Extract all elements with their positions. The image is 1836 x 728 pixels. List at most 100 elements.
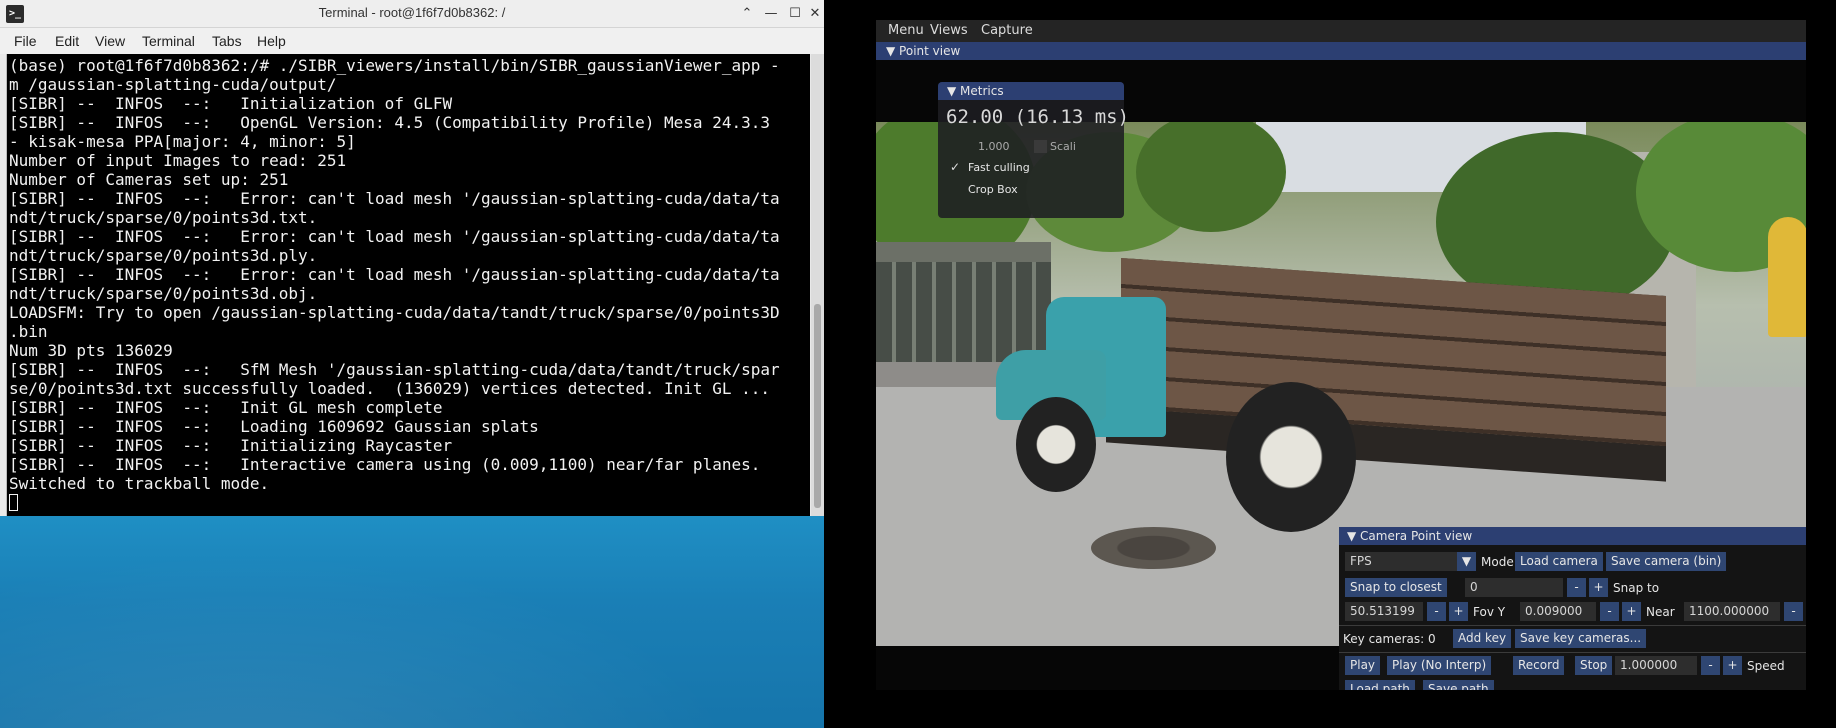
camera-point-view-panel: ▼ Camera Point view FPS ▼ Mode Load came… (1339, 527, 1806, 690)
metrics-title: ▼ Metrics (947, 84, 1004, 98)
terminal-line: [SIBR] -- INFOS --: Initializing Raycast… (9, 436, 453, 455)
window-title: Terminal - root@1f6f7d0b8362: / (318, 5, 506, 20)
save-path-button[interactable]: Save path (1423, 680, 1494, 690)
terminal-line: [SIBR] -- INFOS --: Loading 1609692 Gaus… (9, 417, 539, 436)
camera-panel-header[interactable]: ▼ Camera Point view (1339, 527, 1806, 545)
terminal-titlebar[interactable]: >_ Terminal - root@1f6f7d0b8362: / ⌃ — ☐… (0, 0, 824, 28)
play-no-interp-button[interactable]: Play (No Interp) (1387, 656, 1492, 675)
terminal-line: Switched to trackball mode. (9, 474, 270, 493)
scene-manhole (1091, 527, 1216, 569)
maximize-icon[interactable]: ☐ (786, 4, 804, 24)
terminal-line: se/0/points3d.txt successfully loaded. (… (9, 379, 770, 398)
menu-edit[interactable]: Edit (55, 33, 79, 49)
menu-help[interactable]: Help (257, 33, 286, 49)
stop-button[interactable]: Stop (1575, 656, 1613, 675)
terminal-line: [SIBR] -- INFOS --: OpenGL Version: 4.5 … (9, 113, 770, 132)
crop-box-label[interactable]: Crop Box (968, 183, 1018, 196)
terminal-line: (base) root@1f6f7d0b8362:/# ./SIBR_viewe… (9, 56, 780, 75)
scaling-checkbox[interactable] (1034, 140, 1047, 153)
snap-input[interactable]: 0 (1465, 578, 1563, 597)
far-minus-button[interactable]: - (1784, 602, 1803, 621)
speed-label: Speed (1747, 659, 1785, 673)
truck-wheel (1016, 397, 1096, 492)
minimize-icon[interactable]: — (762, 4, 780, 24)
fov-plus-button[interactable]: + (1449, 602, 1468, 621)
speed-input[interactable]: 1.000000 (1615, 656, 1697, 675)
terminal-line: Num 3D pts 136029 (9, 341, 173, 360)
camera-panel-title: ▼ Camera Point view (1347, 529, 1473, 543)
terminal-line: [SIBR] -- INFOS --: Interactive camera u… (9, 455, 761, 474)
terminal-line: - kisak-mesa PPA[major: 4, minor: 5] (9, 132, 356, 151)
terminal-text: (base) root@1f6f7d0b8362:/# ./SIBR_viewe… (9, 56, 809, 512)
load-path-button[interactable]: Load path (1345, 680, 1415, 690)
scene-umbrella (1768, 217, 1806, 337)
scrollbar-thumb[interactable] (814, 304, 821, 508)
viewer-menu-views[interactable]: Views (930, 23, 968, 38)
save-camera-button[interactable]: Save camera (bin) (1606, 552, 1727, 571)
play-button[interactable]: Play (1345, 656, 1381, 675)
terminal-line: [SIBR] -- INFOS --: Error: can't load me… (9, 265, 780, 284)
viewer-menubar: Menu Views Capture (876, 20, 1806, 42)
fast-culling-label[interactable]: Fast culling (968, 161, 1030, 174)
far-input[interactable]: 1100.000000 (1684, 602, 1780, 621)
fov-label: Fov Y (1473, 605, 1506, 619)
snap-plus-button[interactable]: + (1589, 578, 1608, 597)
save-key-cameras-button[interactable]: Save key cameras... (1515, 629, 1647, 648)
terminal-line: ndt/truck/sparse/0/points3d.ply. (9, 246, 318, 265)
fov-minus-button[interactable]: - (1427, 602, 1446, 621)
point-view-header[interactable]: ▼ Point view (876, 42, 1806, 60)
terminal-line: .bin (9, 322, 48, 341)
terminal-line: [SIBR] -- INFOS --: Error: can't load me… (9, 227, 780, 246)
terminal-line: [SIBR] -- INFOS --: Init GL mesh complet… (9, 398, 443, 417)
truck-wheel (1226, 382, 1356, 532)
near-minus-button[interactable]: - (1600, 602, 1619, 621)
sibr-viewer-window: Menu Views Capture ▼ Point view ▼ Metric… (876, 20, 1806, 690)
terminal-line: LOADSFM: Try to open /gaussian-splatting… (9, 303, 780, 322)
snap-to-label: Snap to (1613, 581, 1660, 595)
mode-label: Mode (1481, 555, 1514, 569)
key-cameras-count: Key cameras: 0 (1343, 632, 1436, 646)
fov-input[interactable]: 50.513199 (1345, 602, 1423, 621)
menu-tabs[interactable]: Tabs (212, 33, 242, 49)
check-icon[interactable]: ✓ (950, 160, 960, 174)
terminal-line: ndt/truck/sparse/0/points3d.txt. (9, 208, 318, 227)
speed-minus-button[interactable]: - (1701, 656, 1720, 675)
scaling-label: Scali (1050, 140, 1076, 153)
near-input[interactable]: 0.009000 (1520, 602, 1596, 621)
menu-view[interactable]: View (95, 33, 125, 49)
viewer-menu-capture[interactable]: Capture (981, 23, 1033, 38)
collapse-icon[interactable]: ⌃ (738, 4, 756, 24)
terminal-line: [SIBR] -- INFOS --: Error: can't load me… (9, 189, 780, 208)
terminal-scrollbar[interactable] (811, 54, 824, 516)
separator (1339, 652, 1806, 653)
terminal-output[interactable]: (base) root@1f6f7d0b8362:/# ./SIBR_viewe… (6, 54, 810, 516)
terminal-menubar: File Edit View Terminal Tabs Help (0, 28, 824, 54)
terminal-line: [SIBR] -- INFOS --: SfM Mesh '/gaussian-… (9, 360, 780, 379)
menu-file[interactable]: File (14, 33, 37, 49)
terminal-line: ndt/truck/sparse/0/points3d.obj. (9, 284, 318, 303)
near-plus-button[interactable]: + (1622, 602, 1641, 621)
metrics-panel[interactable]: ▼ Metrics 62.00 (16.13 ms) 1.000 Scali ✓… (938, 82, 1129, 218)
fps-readout: 62.00 (16.13 ms) (946, 106, 1130, 128)
terminal-cursor (9, 493, 809, 512)
terminal-line: Number of input Images to read: 251 (9, 151, 347, 170)
terminal-line: [SIBR] -- INFOS --: Initialization of GL… (9, 94, 453, 113)
menu-terminal[interactable]: Terminal (142, 33, 195, 49)
speed-plus-button[interactable]: + (1723, 656, 1742, 675)
chevron-down-icon[interactable]: ▼ (1457, 552, 1476, 571)
terminal-line: Number of Cameras set up: 251 (9, 170, 289, 189)
record-button[interactable]: Record (1513, 656, 1565, 675)
add-key-button[interactable]: Add key (1453, 629, 1512, 648)
snap-minus-button[interactable]: - (1567, 578, 1586, 597)
point-view-title: ▼ Point view (886, 44, 961, 58)
separator (1339, 625, 1806, 626)
snap-to-closest-button[interactable]: Snap to closest (1345, 578, 1447, 597)
metrics-header[interactable]: ▼ Metrics (938, 82, 1124, 100)
terminal-line: m /gaussian-splatting-cuda/output/ (9, 75, 337, 94)
desktop-background (0, 516, 824, 728)
near-label: Near (1646, 605, 1675, 619)
close-icon[interactable]: ✕ (806, 4, 824, 24)
load-camera-button[interactable]: Load camera (1515, 552, 1603, 571)
scale-value: 1.000 (978, 140, 1010, 153)
viewer-menu-menu[interactable]: Menu (888, 23, 924, 38)
